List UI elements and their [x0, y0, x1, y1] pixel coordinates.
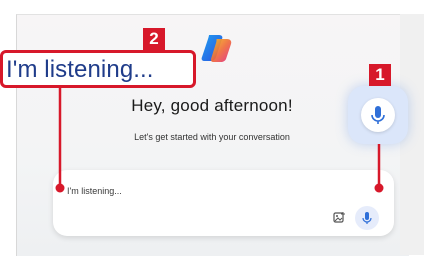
voice-mic-inner — [361, 98, 395, 132]
image-upload-button[interactable] — [330, 208, 348, 226]
annotation-badge-1: 1 — [369, 64, 391, 86]
chat-mic-button[interactable] — [355, 206, 379, 230]
chat-input-placeholder[interactable]: I'm listening... — [67, 186, 122, 196]
microphone-icon — [371, 106, 385, 124]
annotation-badge-2: 2 — [143, 28, 165, 50]
copilot-screen: Hey, good afternoon! Let's get started w… — [0, 0, 424, 256]
image-upload-icon — [332, 211, 345, 223]
listening-callout-text: I'm listening... — [6, 56, 154, 83]
copilot-logo-icon — [201, 35, 232, 62]
chat-input-box[interactable]: I'm listening... — [53, 170, 394, 236]
listening-callout: I'm listening... — [0, 50, 196, 88]
microphone-icon — [362, 212, 372, 224]
voice-mic-button[interactable] — [348, 86, 408, 144]
